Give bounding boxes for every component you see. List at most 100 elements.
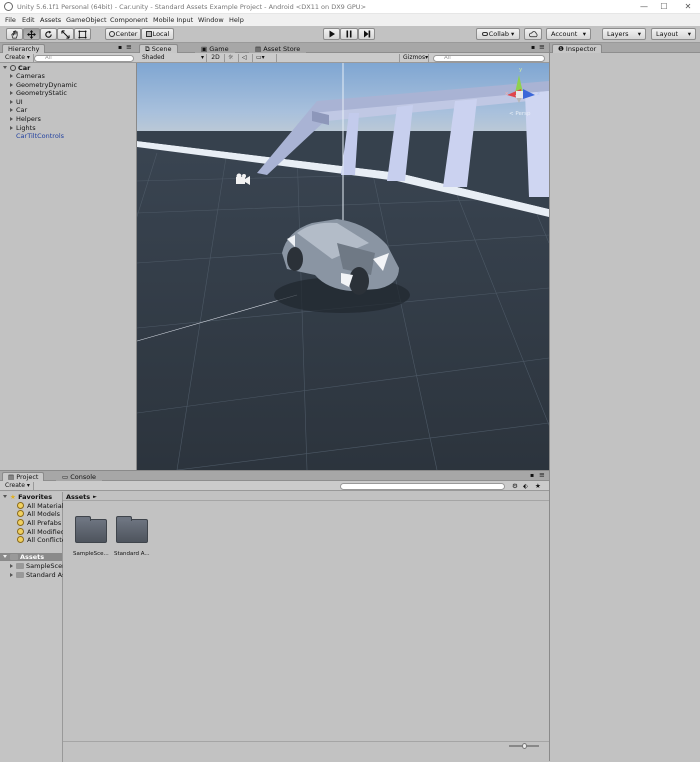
collapse-arrow-icon[interactable] (10, 117, 13, 121)
2d-toggle[interactable]: 2D (207, 54, 225, 62)
menu-assets[interactable]: Assets (40, 16, 61, 24)
panel-menu-icon[interactable]: ≡ (126, 43, 132, 51)
tab-scene[interactable]: ⧉ Scene (139, 44, 178, 53)
unity-logo-icon (4, 2, 13, 11)
favorites-item-label: All Modified (27, 527, 63, 536)
favorites-item[interactable]: All Modified (17, 527, 63, 536)
rotate-tool-button[interactable] (40, 28, 57, 40)
collapse-arrow-icon[interactable] (10, 564, 13, 568)
menu-help[interactable]: Help (229, 16, 244, 24)
minimize-button[interactable]: — (636, 1, 652, 12)
effects-dropdown[interactable]: ▭▾ (253, 54, 277, 62)
menu-file[interactable]: File (5, 16, 16, 24)
hierarchy-create-dropdown[interactable]: Create ▾ (2, 54, 34, 62)
space-local-toggle[interactable]: Local (141, 28, 174, 40)
favorites-item[interactable]: All Conflicted (17, 536, 63, 544)
hierarchy-item[interactable]: Helpers (10, 115, 135, 123)
hierarchy-item-prefab[interactable]: CarTiltControls (10, 132, 135, 140)
project-create-dropdown[interactable]: Create ▾ (2, 482, 34, 490)
collapse-arrow-icon[interactable] (10, 108, 13, 113)
scale-tool-button[interactable] (57, 28, 74, 40)
zoom-slider-handle[interactable] (522, 743, 527, 749)
cloud-services-button[interactable] (524, 28, 542, 40)
pivot-center-toggle[interactable]: Center (105, 28, 141, 40)
hierarchy-item[interactable]: UI (10, 98, 135, 106)
hand-tool-button[interactable] (6, 28, 23, 40)
filter-label-icon[interactable]: ⬖ (523, 482, 528, 490)
hierarchy-item[interactable]: GeometryStatic (10, 89, 135, 97)
asset-folder-label: Standard Assets (26, 571, 63, 579)
lighting-toggle[interactable]: ☼ (225, 54, 239, 62)
tab-game[interactable]: ▣ Game (195, 44, 235, 53)
step-button[interactable] (358, 28, 375, 40)
hierarchy-panel: Hierarchy ▪ ≡ Create ▾ All Car Cameras G… (0, 43, 137, 470)
tab-project[interactable]: ▤ Project (2, 472, 45, 481)
perspective-label[interactable]: < Persp (509, 111, 530, 117)
inspector-panel: ❶ Inspector (549, 43, 700, 761)
collapse-arrow-icon[interactable] (10, 99, 13, 104)
collapse-arrow-icon[interactable] (10, 573, 13, 577)
space-label: Local (152, 30, 170, 38)
scene-root-row[interactable]: Car (3, 64, 135, 72)
hierarchy-search-input[interactable]: All (34, 55, 134, 62)
expand-arrow-icon[interactable] (3, 555, 7, 558)
lock-icon[interactable]: ▪ (531, 44, 535, 51)
collapse-arrow-icon[interactable] (10, 82, 13, 87)
play-button[interactable] (323, 28, 340, 40)
favorites-item[interactable]: All Prefabs (17, 518, 63, 527)
scene-search-input[interactable]: All (433, 55, 545, 62)
filter-type-icon[interactable]: ⚙ (512, 482, 518, 490)
menu-mobile-input[interactable]: Mobile Input (153, 16, 193, 24)
collapse-arrow-icon[interactable] (10, 74, 13, 78)
tab-hierarchy[interactable]: Hierarchy (2, 44, 46, 53)
account-dropdown[interactable]: Account ▾ (546, 28, 591, 40)
breadcrumb-assets[interactable]: Assets (66, 493, 90, 501)
layout-dropdown[interactable]: Layout ▾ (651, 28, 696, 40)
tab-asset-store[interactable]: ▤ Asset Store (249, 44, 307, 53)
hierarchy-item[interactable]: GeometryDynamic (10, 81, 135, 89)
hierarchy-item[interactable]: Cameras (10, 72, 135, 80)
collapse-arrow-icon[interactable] (10, 125, 13, 130)
rect-tool-button[interactable] (74, 28, 91, 40)
move-tool-button[interactable] (23, 28, 40, 40)
assets-root-row[interactable]: Assets (0, 553, 62, 561)
axis-z-label: z (537, 91, 540, 97)
hierarchy-item-label: Cameras (16, 72, 45, 80)
inspector-tab-row: ❶ Inspector (550, 43, 700, 53)
asset-grid-item[interactable]: SampleSce... (73, 511, 111, 557)
assets-label: Assets (20, 553, 45, 561)
hierarchy-item[interactable]: Car (10, 106, 135, 114)
project-search-input[interactable] (340, 483, 505, 490)
scene-viewport[interactable]: y x z < Persp (137, 63, 549, 470)
shading-mode-dropdown[interactable]: Shaded ▾ (139, 54, 207, 62)
asset-folder-row[interactable]: SampleScenes (10, 562, 63, 570)
layers-label: Layers (607, 30, 629, 38)
panel-menu-icon[interactable]: ≡ (539, 471, 545, 479)
favorites-item[interactable]: All Materials (17, 501, 63, 510)
close-button[interactable]: ✕ (680, 1, 696, 12)
maximize-button[interactable]: ☐ (656, 1, 672, 12)
favorites-row[interactable]: ★ Favorites (3, 493, 52, 501)
tab-console[interactable]: ▭ Console (56, 472, 103, 481)
favorites-item[interactable]: All Models (17, 510, 63, 518)
expand-arrow-icon[interactable] (3, 495, 7, 498)
menu-component[interactable]: Component (110, 16, 148, 24)
layers-dropdown[interactable]: Layers ▾ (602, 28, 646, 40)
collab-dropdown[interactable]: Collab ▾ (476, 28, 520, 40)
menu-gameobject[interactable]: GameObject (66, 16, 107, 24)
tab-inspector[interactable]: ❶ Inspector (552, 44, 603, 53)
pause-button[interactable] (340, 28, 358, 40)
menu-edit[interactable]: Edit (22, 16, 35, 24)
expand-arrow-icon[interactable] (3, 66, 7, 69)
asset-folder-row[interactable]: Standard Assets (10, 571, 63, 579)
lock-icon[interactable]: ▪ (118, 44, 122, 51)
lock-icon[interactable]: ▪ (530, 472, 534, 479)
gizmos-dropdown[interactable]: Gizmos▾ (399, 54, 429, 62)
hierarchy-item[interactable]: Lights (10, 124, 135, 132)
panel-menu-icon[interactable]: ≡ (539, 43, 545, 51)
collapse-arrow-icon[interactable] (10, 91, 13, 96)
menu-window[interactable]: Window (198, 16, 224, 24)
audio-toggle[interactable]: ◁ (239, 54, 253, 62)
favorite-star-icon[interactable]: ★ (535, 482, 541, 490)
asset-grid-item[interactable]: Standard A... (114, 511, 152, 557)
